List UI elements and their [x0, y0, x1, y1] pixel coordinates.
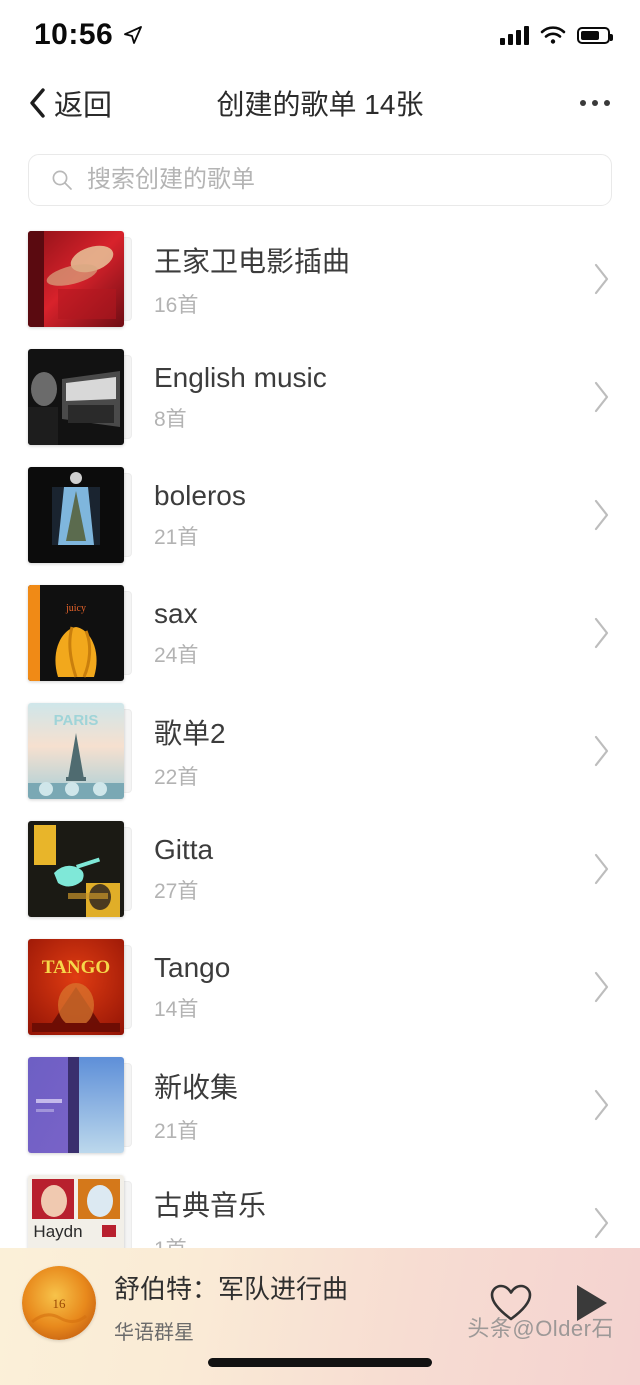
album-cover-stack	[28, 231, 132, 327]
list-item[interactable]: TANGO Tango 14首	[0, 928, 640, 1046]
chevron-right-icon	[590, 498, 612, 532]
playlist-title: boleros	[154, 480, 578, 512]
chevron-right-icon	[590, 1206, 612, 1240]
list-item[interactable]: juicy sax 24首	[0, 574, 640, 692]
album-cover	[28, 231, 124, 327]
chevron-right-icon	[590, 380, 612, 414]
chevron-right-icon	[590, 1088, 612, 1122]
svg-text:TANGO: TANGO	[42, 957, 110, 978]
status-bar: 10:56	[0, 0, 640, 70]
playlist-count: 21首	[154, 521, 578, 551]
album-cover	[28, 1057, 124, 1153]
now-playing-artwork[interactable]: 16	[22, 1266, 96, 1340]
back-label: 返回	[54, 82, 112, 124]
list-item-text: 歌单2 22首	[154, 712, 578, 791]
album-cover-stack: juicy	[28, 585, 132, 681]
list-item-text: 王家卫电影插曲 16首	[154, 240, 578, 319]
playlist-title: Tango	[154, 952, 578, 984]
list-item[interactable]: Gitta 27首	[0, 810, 640, 928]
location-arrow-icon	[123, 25, 143, 45]
album-cover-stack: PARIS	[28, 703, 132, 799]
album-cover-stack	[28, 821, 132, 917]
album-cover-stack: TANGO	[28, 939, 132, 1035]
playlist-title: Gitta	[154, 834, 578, 866]
status-bar-left: 10:56	[34, 18, 143, 52]
back-button[interactable]: 返回	[28, 82, 112, 124]
chevron-right-icon	[590, 970, 612, 1004]
album-cover	[28, 467, 124, 563]
playlist-count: 27首	[154, 875, 578, 905]
playlist-count: 8首	[154, 403, 578, 433]
svg-text:Haydn: Haydn	[33, 1222, 82, 1241]
playlist-count: 16首	[154, 289, 578, 319]
list-item[interactable]: 新收集 21首	[0, 1046, 640, 1164]
search-icon	[51, 169, 73, 191]
album-cover	[28, 349, 124, 445]
list-item[interactable]: English music 8首	[0, 338, 640, 456]
playlist-count: 21首	[154, 1115, 578, 1145]
chevron-right-icon	[590, 262, 612, 296]
playlist-title: 王家卫电影插曲	[154, 240, 578, 280]
now-playing-title: 舒伯特：军队进行曲	[114, 1269, 490, 1306]
playlist-title: English music	[154, 362, 578, 394]
album-cover-stack	[28, 467, 132, 563]
playlist-count: 22首	[154, 761, 578, 791]
search-input[interactable]	[87, 166, 589, 194]
list-item-text: boleros 21首	[154, 480, 578, 551]
list-item[interactable]: PARIS 歌单2 22首	[0, 692, 640, 810]
home-indicator[interactable]	[208, 1358, 432, 1367]
now-playing-artist: 华语群星	[114, 1316, 490, 1345]
now-playing-text: 舒伯特：军队进行曲 华语群星	[114, 1266, 490, 1345]
playlist-title: 古典音乐	[154, 1184, 578, 1224]
svg-text:PARIS: PARIS	[54, 712, 99, 729]
playlist-title: 歌单2	[154, 712, 578, 752]
list-item[interactable]: 王家卫电影插曲 16首	[0, 220, 640, 338]
svg-text:16: 16	[53, 1296, 67, 1311]
more-options-button[interactable]	[578, 90, 612, 116]
search-bar[interactable]	[28, 154, 612, 206]
album-cover	[28, 821, 124, 917]
album-cover-stack	[28, 349, 132, 445]
album-cover-stack	[28, 1057, 132, 1153]
list-item[interactable]: boleros 21首	[0, 456, 640, 574]
watermark: 头条@Older石	[467, 1311, 614, 1343]
playlist-screen: 10:56 返回 创建的歌单 14张	[0, 0, 640, 1385]
playlist-count: 14首	[154, 993, 578, 1023]
cellular-signal-icon	[500, 25, 529, 45]
list-item-text: Tango 14首	[154, 952, 578, 1023]
playlist-title: 新收集	[154, 1066, 578, 1106]
more-horizontal-icon	[580, 100, 586, 106]
playlist-count: 24首	[154, 639, 578, 669]
list-item-text: sax 24首	[154, 598, 578, 669]
list-item-text: English music 8首	[154, 362, 578, 433]
nav-bar: 返回 创建的歌单 14张	[0, 70, 640, 136]
status-bar-right	[500, 25, 610, 45]
chevron-right-icon	[590, 852, 612, 886]
battery-icon	[577, 27, 610, 44]
chevron-right-icon	[590, 616, 612, 650]
playlist-title: sax	[154, 598, 578, 630]
status-time: 10:56	[34, 18, 113, 52]
list-item-text: Gitta 27首	[154, 834, 578, 905]
list-item-text: 新收集 21首	[154, 1066, 578, 1145]
playlist-list: 王家卫电影插曲 16首	[0, 220, 640, 1282]
svg-text:juicy: juicy	[65, 603, 86, 614]
album-cover: PARIS	[28, 703, 124, 799]
album-cover: TANGO	[28, 939, 124, 1035]
wifi-icon	[540, 25, 566, 45]
chevron-left-icon	[28, 88, 47, 118]
chevron-right-icon	[590, 734, 612, 768]
search-section	[0, 136, 640, 220]
album-cover: juicy	[28, 585, 124, 681]
